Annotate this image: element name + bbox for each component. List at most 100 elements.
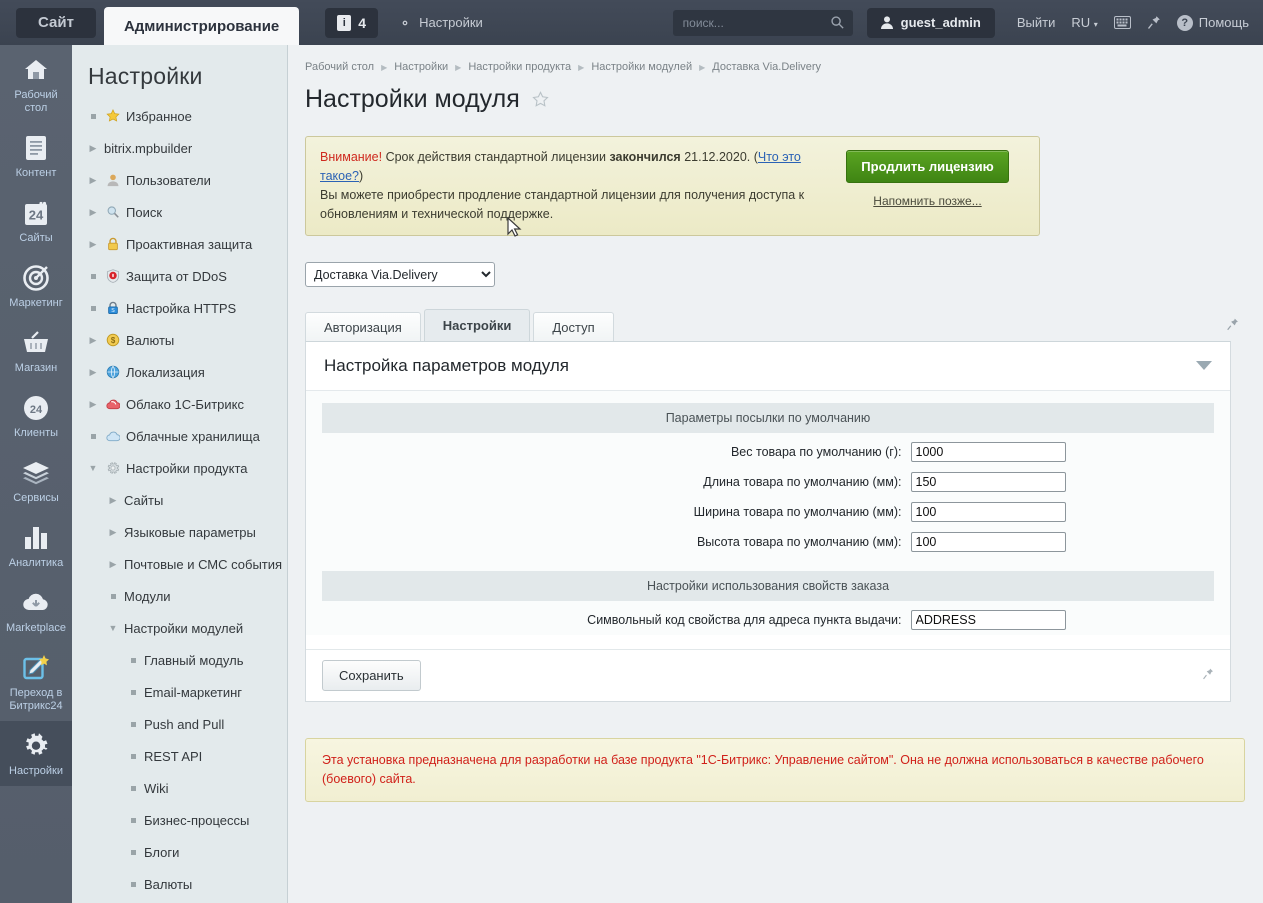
rail-item-label: Переход в Битрикс24 xyxy=(9,687,63,712)
keyboard-button[interactable] xyxy=(1113,16,1131,29)
notifications-badge[interactable]: i 4 xyxy=(325,7,379,38)
rail-item-3[interactable]: 24 Сайты xyxy=(0,188,72,253)
panel-pin-button[interactable] xyxy=(1202,667,1214,684)
sidebar-item-1[interactable]: Избранное xyxy=(72,100,287,132)
chevron-right-icon[interactable]: ▶ xyxy=(84,239,102,250)
search-box[interactable] xyxy=(672,9,853,36)
logout-link[interactable]: Выйти xyxy=(1017,15,1056,30)
chevron-right-icon[interactable]: ▶ xyxy=(84,143,102,154)
section-heading-1: Параметры посылки по умолчанию xyxy=(322,403,1214,433)
rail-item-10[interactable]: Переход в Битрикс24 xyxy=(0,643,72,721)
bullet-icon xyxy=(124,721,142,727)
sidebar-item-8[interactable]: ▶ $ Валюты xyxy=(72,324,287,356)
tabs-pin-button[interactable] xyxy=(1226,317,1239,335)
sidebar-item-11[interactable]: Облачные хранилища xyxy=(72,420,287,452)
pickup-address-code-field-label: Символьный код свойства для адреса пункт… xyxy=(587,613,902,627)
star-outline-icon[interactable] xyxy=(532,91,549,108)
sidebar-item-23[interactable]: Бизнес-процессы xyxy=(72,804,287,836)
sidebar-item-14[interactable]: ▶ Языковые параметры xyxy=(72,516,287,548)
icon-rail: Рабочий стол Контент 24 Сайты Маркетинг Магаз… xyxy=(0,45,72,903)
pin-panel-button[interactable] xyxy=(1147,15,1161,30)
rail-item-7[interactable]: Сервисы xyxy=(0,448,72,513)
default-width-field[interactable] xyxy=(910,502,1066,522)
sidebar-item-18[interactable]: Главный модуль xyxy=(72,644,287,676)
renew-license-button[interactable]: Продлить лицензию xyxy=(846,150,1009,183)
bullet-icon xyxy=(124,657,142,663)
remind-later-link[interactable]: Напомнить позже... xyxy=(840,194,1015,208)
sidebar-item-2[interactable]: ▶ bitrix.mpbuilder xyxy=(72,132,287,164)
chevron-right-icon[interactable]: ▶ xyxy=(84,399,102,410)
tab-site[interactable]: Сайт xyxy=(16,7,96,38)
sidebar-item-16[interactable]: Модули xyxy=(72,580,287,612)
breadcrumb-item-4[interactable]: Настройки модулей xyxy=(591,61,692,73)
chevron-right-icon[interactable]: ▶ xyxy=(84,367,102,378)
tab-2[interactable]: Настройки xyxy=(423,309,531,341)
chevron-right-icon[interactable]: ▶ xyxy=(84,175,102,186)
sidebar-item-label: Избранное xyxy=(126,108,192,124)
form-row: Символьный код свойства для адреса пункт… xyxy=(322,605,1214,635)
default-height-field[interactable] xyxy=(910,532,1066,552)
rail-item-4[interactable]: Маркетинг xyxy=(0,253,72,318)
chevron-right-icon[interactable]: ▶ xyxy=(104,559,122,570)
sidebar-item-20[interactable]: Push and Pull xyxy=(72,708,287,740)
help-link[interactable]: ? Помощь xyxy=(1176,14,1249,31)
tab-3[interactable]: Доступ xyxy=(533,312,614,341)
sidebar-item-10[interactable]: ▶ Облако 1С-Битрикс xyxy=(72,388,287,420)
save-button[interactable]: Сохранить xyxy=(322,660,421,691)
rail-item-9[interactable]: Marketplace xyxy=(0,578,72,643)
topbar-settings-label: Настройки xyxy=(419,15,483,30)
chevron-right-icon[interactable]: ▶ xyxy=(104,527,122,538)
default-length-field[interactable] xyxy=(910,472,1066,492)
rail-item-11[interactable]: Настройки xyxy=(0,721,72,786)
breadcrumb-separator: ▶ xyxy=(381,62,388,72)
cloud-download-icon xyxy=(2,588,70,618)
sidebar-item-24[interactable]: Блоги xyxy=(72,836,287,868)
sidebar-item-4[interactable]: ▶ Поиск xyxy=(72,196,287,228)
chevron-right-icon[interactable]: ▶ xyxy=(104,495,122,506)
sidebar-item-19[interactable]: Email-маркетинг xyxy=(72,676,287,708)
sidebar-item-label: Валюты xyxy=(126,332,175,348)
language-switcher[interactable]: RU ▾ xyxy=(1071,15,1097,30)
sidebar-item-21[interactable]: REST API xyxy=(72,740,287,772)
chevron-right-icon[interactable]: ▶ xyxy=(84,207,102,218)
rail-item-label: Marketplace xyxy=(6,622,66,634)
breadcrumb-item-1[interactable]: Рабочий стол xyxy=(305,61,374,73)
rail-item-1[interactable]: Рабочий стол xyxy=(0,45,72,123)
breadcrumb-item-3[interactable]: Настройки продукта xyxy=(468,61,571,73)
sidebar-item-3[interactable]: ▶ Пользователи xyxy=(72,164,287,196)
topbar-settings-link[interactable]: Настройки xyxy=(398,15,483,30)
sidebar-item-12[interactable]: ▼ Настройки продукта xyxy=(72,452,287,484)
chevron-down-icon[interactable]: ▼ xyxy=(84,463,102,473)
tab-administration[interactable]: Администрирование xyxy=(103,7,300,45)
module-select[interactable]: Доставка Via.Delivery xyxy=(305,262,495,287)
chevron-right-icon[interactable]: ▶ xyxy=(84,335,102,346)
rail-item-2[interactable]: Контент xyxy=(0,123,72,188)
chevron-down-icon[interactable]: ▼ xyxy=(104,623,122,633)
sidebar-item-22[interactable]: Wiki xyxy=(72,772,287,804)
rail-item-8[interactable]: Аналитика xyxy=(0,513,72,578)
sidebar-item-6[interactable]: Защита от DDoS xyxy=(72,260,287,292)
info-icon: i xyxy=(337,14,352,31)
sidebar-item-15[interactable]: ▶ Почтовые и СМС события xyxy=(72,548,287,580)
pickup-address-code-field[interactable] xyxy=(910,610,1066,630)
sidebar-item-9[interactable]: ▶ Локализация xyxy=(72,356,287,388)
rail-item-6[interactable]: 24 Клиенты xyxy=(0,383,72,448)
sidebar-item-label: Защита от DDoS xyxy=(126,268,227,284)
rail-item-5[interactable]: Магазин xyxy=(0,318,72,383)
tab-1[interactable]: Авторизация xyxy=(305,312,421,341)
breadcrumb-item-2[interactable]: Настройки xyxy=(394,61,448,73)
sidebar-item-13[interactable]: ▶ Сайты xyxy=(72,484,287,516)
search-icon[interactable] xyxy=(830,15,845,30)
default-weight-field[interactable] xyxy=(910,442,1066,462)
sidebar-item-label: Wiki xyxy=(144,780,169,796)
search-input[interactable] xyxy=(672,9,853,36)
sidebar-item-label: Облако 1С-Битрикс xyxy=(126,396,244,412)
sidebar-item-7[interactable]: S Настройка HTTPS xyxy=(72,292,287,324)
sidebar-item-5[interactable]: ▶ Проактивная защита xyxy=(72,228,287,260)
layers-icon xyxy=(2,458,70,488)
default-width-field-label: Ширина товара по умолчанию (мм): xyxy=(693,505,902,519)
user-menu[interactable]: guest_admin xyxy=(866,7,995,38)
chevron-down-icon[interactable] xyxy=(1196,359,1212,374)
sidebar-item-17[interactable]: ▼ Настройки модулей xyxy=(72,612,287,644)
sidebar-item-25[interactable]: Валюты xyxy=(72,868,287,900)
